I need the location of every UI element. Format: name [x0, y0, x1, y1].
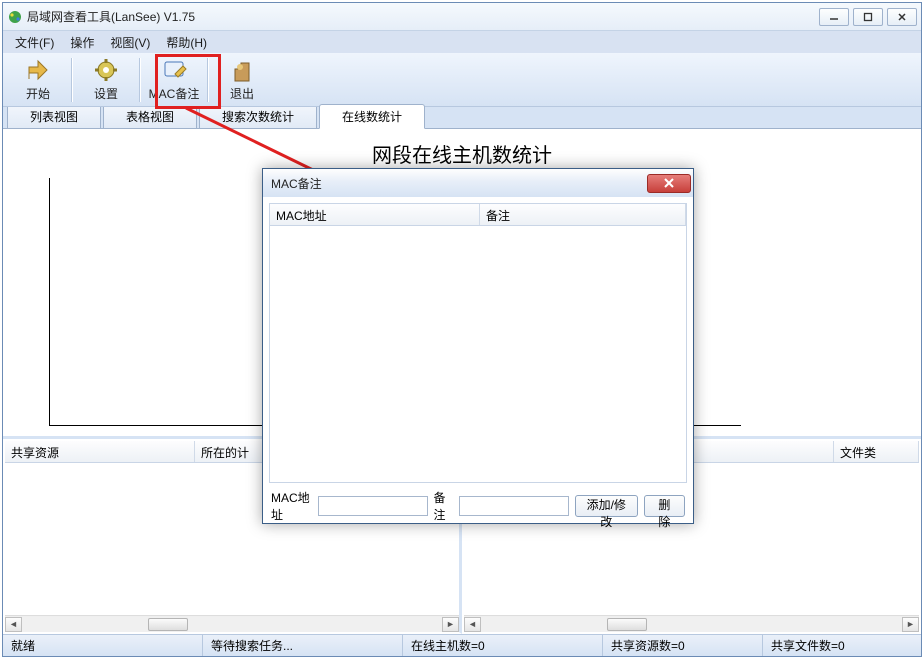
scroll-track[interactable]: [22, 617, 442, 632]
col-filetype[interactable]: 文件类: [834, 441, 919, 462]
note-icon: [161, 57, 187, 83]
scroll-right-icon[interactable]: ►: [442, 617, 459, 632]
status-shared-res: 共享资源数=0: [603, 635, 763, 656]
mac-input[interactable]: [318, 496, 428, 516]
scroll-thumb[interactable]: [148, 618, 188, 631]
toolbar-sep: [207, 58, 209, 102]
share-hscroll[interactable]: ◄ ►: [5, 615, 459, 632]
app-icon: [7, 9, 23, 25]
col-share[interactable]: 共享资源: [5, 441, 195, 462]
tab-list-view[interactable]: 列表视图: [7, 104, 101, 128]
start-button[interactable]: 开始: [7, 55, 69, 105]
start-icon: [25, 57, 51, 83]
menu-help[interactable]: 帮助(H): [158, 32, 215, 53]
toolbar-sep: [139, 58, 141, 102]
tab-online-stats[interactable]: 在线数统计: [319, 104, 425, 129]
files-hscroll[interactable]: ◄ ►: [464, 615, 919, 632]
maximize-button[interactable]: [853, 8, 883, 26]
mac-label: MAC地址: [271, 489, 312, 523]
note-input[interactable]: [459, 496, 569, 516]
menu-operate[interactable]: 操作: [62, 32, 102, 53]
status-online-hosts: 在线主机数=0: [403, 635, 603, 656]
dialog-list-body[interactable]: [270, 226, 686, 482]
settings-button[interactable]: 设置: [75, 55, 137, 105]
start-label: 开始: [26, 85, 50, 102]
exit-button[interactable]: 退出: [211, 55, 273, 105]
tabstrip: 列表视图 表格视图 搜索次数统计 在线数统计: [3, 107, 921, 129]
col-note[interactable]: 备注: [480, 204, 686, 225]
dialog-footer: MAC地址 备注 添加/修改 删除: [263, 489, 693, 523]
dialog-close-button[interactable]: [647, 174, 691, 193]
scroll-thumb[interactable]: [607, 618, 647, 631]
titlebar: 局域网查看工具(LanSee) V1.75: [3, 3, 921, 31]
scroll-left-icon[interactable]: ◄: [5, 617, 22, 632]
dialog-list: MAC地址 备注: [269, 203, 687, 483]
dialog-columns: MAC地址 备注: [270, 204, 686, 226]
toolbar-sep: [71, 58, 73, 102]
statusbar: 就绪 等待搜索任务... 在线主机数=0 共享资源数=0 共享文件数=0: [3, 634, 921, 656]
scroll-track[interactable]: [481, 617, 902, 632]
window-buttons: [815, 8, 917, 26]
settings-label: 设置: [94, 85, 118, 102]
gear-icon: [93, 57, 119, 83]
tab-grid-view[interactable]: 表格视图: [103, 104, 197, 128]
menubar: 文件(F) 操作 视图(V) 帮助(H): [3, 31, 921, 53]
delete-button[interactable]: 删除: [644, 495, 685, 517]
menu-file[interactable]: 文件(F): [7, 32, 62, 53]
minimize-button[interactable]: [819, 8, 849, 26]
mac-note-label: MAC备注: [149, 85, 200, 102]
col-mac[interactable]: MAC地址: [270, 204, 480, 225]
exit-icon: [229, 57, 255, 83]
menu-view[interactable]: 视图(V): [102, 32, 158, 53]
mac-note-button[interactable]: MAC备注: [143, 55, 205, 105]
status-shared-files: 共享文件数=0: [763, 635, 921, 656]
toolbar: 开始 设置 MAC备注 退出: [3, 53, 921, 107]
scroll-right-icon[interactable]: ►: [902, 617, 919, 632]
tab-search-stats[interactable]: 搜索次数统计: [199, 104, 317, 128]
status-ready: 就绪: [3, 635, 203, 656]
exit-label: 退出: [230, 85, 254, 102]
add-modify-button[interactable]: 添加/修改: [575, 495, 638, 517]
note-label: 备注: [434, 489, 453, 523]
dialog-titlebar: MAC备注: [263, 169, 693, 197]
dialog-title: MAC备注: [271, 175, 647, 192]
window-title: 局域网查看工具(LanSee) V1.75: [27, 8, 815, 25]
close-button[interactable]: [887, 8, 917, 26]
status-waiting: 等待搜索任务...: [203, 635, 403, 656]
mac-note-dialog: MAC备注 MAC地址 备注 MAC地址 备注 添加/修改 删除: [262, 168, 694, 524]
scroll-left-icon[interactable]: ◄: [464, 617, 481, 632]
